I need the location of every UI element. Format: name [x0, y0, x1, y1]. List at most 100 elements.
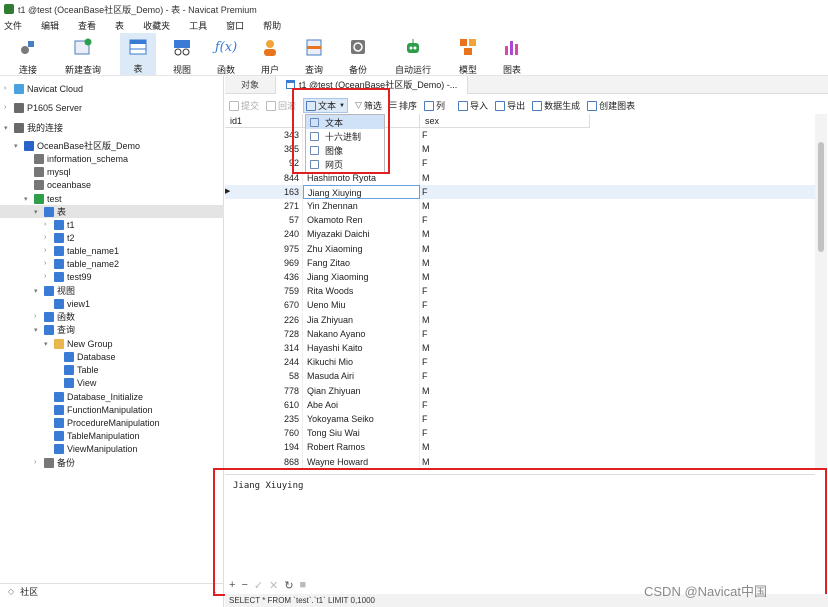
tree-item[interactable]: ▾ 查询	[0, 323, 224, 336]
cell-name[interactable]: Yokoyama Seiko	[303, 412, 420, 426]
cell-id1[interactable]: 728	[233, 326, 303, 341]
cell-name[interactable]: Rita Woods	[303, 284, 420, 299]
tab-objects[interactable]: 对象	[225, 76, 275, 94]
cell-sex[interactable]: F	[420, 284, 590, 298]
stop-icon[interactable]: ■	[300, 579, 307, 591]
cell-name[interactable]: Hayashi Kaito	[303, 341, 420, 355]
cell-id1[interactable]: 969	[233, 255, 303, 270]
cell-sex[interactable]: M	[420, 199, 590, 213]
cell-sex[interactable]: F	[420, 412, 590, 426]
chevron-right-icon[interactable]: ›	[44, 221, 52, 228]
grid-scrollbar[interactable]	[815, 114, 827, 468]
chevron-right-icon[interactable]: ›	[44, 273, 52, 280]
columns-button[interactable]: 列	[424, 99, 445, 112]
commit-button[interactable]: 提交	[229, 99, 259, 112]
tree-item[interactable]: › table_name1	[0, 244, 224, 257]
toolbar-view-button[interactable]: 视图	[164, 33, 200, 76]
tree-item[interactable]: TableManipulation	[0, 429, 224, 442]
text-option[interactable]: 文本	[306, 115, 384, 129]
tree-item[interactable]: › 备份	[0, 456, 224, 469]
data-generation-button[interactable]: 数据生成	[532, 99, 580, 112]
cell-name[interactable]: Yin Zhennan	[303, 199, 420, 213]
menu-tools[interactable]: 工具	[189, 19, 207, 32]
add-row-icon[interactable]: +	[229, 579, 235, 591]
cell-sex[interactable]: M	[420, 384, 590, 398]
menu-edit[interactable]: 编辑	[41, 19, 59, 32]
table-row[interactable]: 226 Jia Zhiyuan M	[225, 312, 815, 327]
chevron-right-icon[interactable]: ›	[4, 104, 12, 111]
cell-sex[interactable]: F	[420, 426, 590, 440]
chevron-down-icon[interactable]: ▾	[24, 195, 32, 203]
chevron-down-icon[interactable]: ▾	[34, 287, 42, 295]
cell-sex[interactable]: M	[420, 242, 590, 256]
delete-row-icon[interactable]: −	[241, 579, 247, 591]
cell-sex[interactable]: M	[420, 313, 590, 327]
chevron-right-icon[interactable]: ›	[44, 234, 52, 241]
cell-id1[interactable]: 610	[233, 397, 303, 412]
toolbar-backup-button[interactable]: 备份	[340, 33, 376, 76]
tree-item[interactable]: › test99	[0, 270, 224, 283]
cell-sex[interactable]: F	[420, 185, 590, 199]
tree-item[interactable]: › 函数	[0, 310, 224, 323]
cell-id1[interactable]: 436	[233, 270, 303, 284]
cell-id1[interactable]: 844	[233, 170, 303, 185]
cell-id1[interactable]: 343	[233, 128, 303, 142]
cell-sex[interactable]: F	[420, 298, 590, 312]
cell-name[interactable]: Jia Zhiyuan	[303, 312, 420, 327]
chevron-right-icon[interactable]: ›	[213, 587, 216, 597]
cell-id1[interactable]: 194	[233, 440, 303, 455]
column-header-id1[interactable]: id1	[225, 114, 303, 128]
cell-sex[interactable]: M	[420, 227, 590, 241]
table-row[interactable]: 240 Miyazaki Daichi M	[225, 227, 815, 242]
image-option[interactable]: 图像	[306, 143, 384, 157]
cell-name[interactable]: Jiang Xiaoming	[303, 270, 420, 284]
table-row[interactable]: 58 Masuda Airi F	[225, 369, 815, 384]
tree-item[interactable]: › Navicat Cloud	[0, 82, 224, 95]
tree-item[interactable]: › t1	[0, 218, 224, 231]
cell-id1[interactable]: 57	[233, 213, 303, 228]
toolbar-chart-button[interactable]: 图表	[494, 33, 530, 76]
table-row[interactable]: 235 Yokoyama Seiko F	[225, 412, 815, 426]
sort-button[interactable]: ☰ 排序	[389, 99, 417, 112]
table-row[interactable]: 975 Zhu Xiaoming M	[225, 241, 815, 256]
cell-id1[interactable]: 314	[233, 341, 303, 355]
tree-item[interactable]: › P1605 Server	[0, 101, 224, 114]
tree-item[interactable]: ViewManipulation	[0, 442, 224, 455]
table-row[interactable]: 244 Kikuchi Mio F	[225, 355, 815, 370]
tree-item[interactable]: mysql	[0, 165, 224, 178]
cell-id1[interactable]: 271	[233, 199, 303, 213]
cell-id1[interactable]: 92	[233, 156, 303, 171]
cell-id1[interactable]: 244	[233, 355, 303, 370]
tree-item[interactable]: ▾ 表	[0, 205, 224, 218]
table-row[interactable]: 759 Rita Woods F	[225, 284, 815, 299]
toolbar-model-button[interactable]: 模型	[450, 33, 486, 76]
tree-item[interactable]: › t2	[0, 231, 224, 244]
table-row[interactable]: 868 Wayne Howard M	[225, 454, 815, 468]
discard-icon[interactable]: ✕	[269, 579, 278, 592]
tree-item[interactable]: oceanbase	[0, 178, 224, 191]
cell-sex[interactable]: F	[420, 327, 590, 341]
text-view-button[interactable]: 文本 ▼	[303, 98, 348, 113]
cell-id1[interactable]: 670	[233, 298, 303, 313]
cell-name[interactable]: Jiang Xiuying	[303, 184, 420, 199]
cell-sex[interactable]: M	[420, 270, 590, 284]
toolbar-user-button[interactable]: 用户	[252, 33, 288, 76]
table-row[interactable]: 610 Abe Aoi F	[225, 397, 815, 412]
toolbar-function-button[interactable]: ƒ(x) 函数	[208, 33, 244, 76]
cell-name[interactable]: Abe Aoi	[303, 397, 420, 412]
cell-name[interactable]: Nakano Ayano	[303, 326, 420, 341]
tree-item[interactable]: › table_name2	[0, 257, 224, 270]
cell-name[interactable]: Robert Ramos	[303, 440, 420, 455]
toolbar-new-query-button[interactable]: 新建查询	[54, 33, 112, 76]
table-row[interactable]: 728 Nakano Ayano F	[225, 326, 815, 341]
chevron-down-icon[interactable]: ▾	[44, 340, 52, 348]
tree-item[interactable]: ▾ 我的连接	[0, 121, 224, 134]
tree-item[interactable]: FunctionManipulation	[0, 403, 224, 416]
table-row[interactable]: 271 Yin Zhennan M	[225, 199, 815, 213]
cell-sex[interactable]: M	[420, 341, 590, 355]
cell-name[interactable]: Wayne Howard	[303, 454, 420, 468]
rollback-button[interactable]: 回滚	[266, 99, 296, 112]
export-button[interactable]: 导出	[495, 99, 525, 112]
chevron-right-icon[interactable]: ›	[34, 459, 42, 466]
cell-name[interactable]: Ueno Miu	[303, 298, 420, 313]
